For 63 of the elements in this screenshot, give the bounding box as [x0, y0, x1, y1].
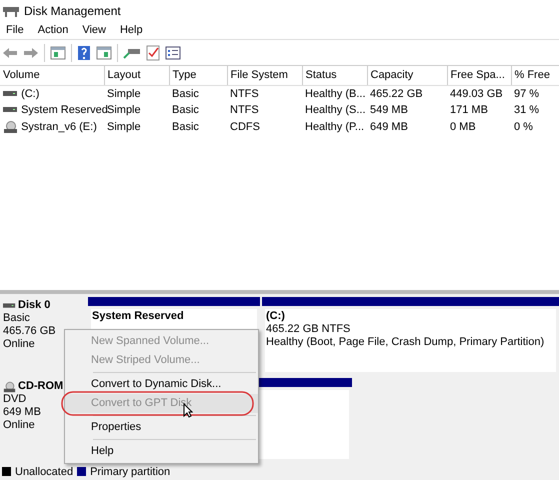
menu-item[interactable]: File	[0, 22, 30, 38]
back-icon[interactable]	[2, 46, 18, 60]
table-cell-text: 549 MB	[369, 103, 409, 118]
table-cell: 449.03 GB	[447, 85, 511, 102]
checklist-icon[interactable]	[146, 44, 160, 60]
partition-name: (C:)	[266, 310, 286, 323]
table-cell: 465.22 GB	[367, 85, 447, 102]
menu-item[interactable]: Convert to Dynamic Disk...	[65, 375, 258, 394]
menu-item[interactable]: Action	[32, 22, 74, 38]
table-cell: Healthy (B...	[302, 85, 367, 102]
partition-info: Healthy (Boot, Page File, Crash Dump, Primary Partition)	[266, 336, 546, 349]
table-cell-text: Basic	[171, 120, 200, 134]
table-cell: Basic	[169, 85, 227, 102]
column-header[interactable]: % Free	[511, 66, 559, 85]
column-header[interactable]: Free Spa...	[447, 66, 511, 85]
forward-icon[interactable]	[23, 46, 39, 60]
table-cell: NTFS	[227, 85, 302, 102]
table-cell-text: Healthy (P...	[304, 120, 366, 134]
table-cell-text: 0 %	[513, 120, 534, 134]
table-cell-text: NTFS	[229, 103, 260, 118]
partition-info: 465.22 GB NTFS	[266, 323, 352, 336]
column-header[interactable]: Type	[169, 66, 227, 85]
drive-label[interactable]: (C:)	[21, 88, 40, 100]
partition-name: System Reserved	[92, 310, 185, 323]
column-header[interactable]: Capacity	[367, 66, 447, 85]
cd-drive-icon	[3, 120, 18, 133]
legend-label: Unallocated	[15, 466, 74, 478]
column-header[interactable]: Status	[302, 66, 367, 85]
disk-info: Basic	[3, 312, 31, 325]
table-cell-text: 31 %	[513, 103, 540, 118]
partition-block[interactable]: (C:) 465.22 GB NTFS Healthy (Boot, Page File, Crash Dump, Primary Partition)	[262, 297, 559, 375]
disk-name[interactable]: Disk 0	[18, 299, 50, 312]
menu-item[interactable]: Properties	[65, 418, 258, 437]
table-cell: 97 %	[511, 85, 559, 102]
menu-item[interactable]: Help	[65, 442, 258, 461]
menu-item[interactable]: Help	[114, 22, 149, 38]
table-cell-text: Healthy (S...	[304, 103, 367, 118]
table-cell-text: CDFS	[229, 120, 261, 134]
table-cell: Simple	[104, 85, 169, 102]
column-header[interactable]: Volume	[0, 66, 104, 85]
disk-info: 649 MB	[3, 406, 42, 419]
table-cell-text: 649 MB	[369, 120, 409, 134]
action-pane-icon[interactable]	[96, 46, 112, 60]
disk-info: DVD	[3, 393, 28, 406]
table-cell-text: 0 MB	[449, 120, 477, 134]
drive-label[interactable]: Systran_v6 (E:)	[21, 120, 97, 132]
help-icon[interactable]	[77, 44, 91, 60]
disk-info: Online	[3, 419, 36, 432]
cd-drive-icon	[3, 380, 16, 392]
table-cell-text: Basic	[171, 103, 200, 118]
disk-info: 465.76 GB	[3, 325, 57, 338]
column-header[interactable]: File System	[227, 66, 302, 85]
drive-label[interactable]: System Reserved	[21, 104, 108, 116]
disk-info: Online	[3, 338, 36, 351]
legend-label: Primary partition	[90, 466, 170, 478]
column-header[interactable]: Layout	[104, 66, 169, 85]
menu-item[interactable]: View	[76, 22, 112, 38]
properties-icon[interactable]	[165, 46, 181, 60]
disk-name[interactable]: CD-ROM	[18, 380, 64, 393]
window-title: Disk Management	[24, 2, 121, 20]
console-tree-icon[interactable]	[50, 46, 66, 60]
table-cell-text: 171 MB	[449, 103, 489, 118]
table-cell-text: Simple	[106, 120, 142, 134]
